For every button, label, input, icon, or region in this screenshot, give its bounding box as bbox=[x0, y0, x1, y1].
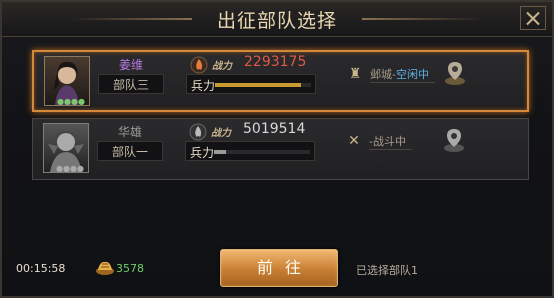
troop-card-1[interactable]: ●●●● 姜维 部队三 战力 2293175 兵力 ♜ 邺城-空闲中 bbox=[32, 50, 529, 112]
go-button[interactable]: 前往 bbox=[220, 249, 338, 287]
troop-name: 部队一 bbox=[97, 141, 163, 161]
soldiers-label: 兵力 bbox=[191, 79, 216, 93]
soldiers-bar bbox=[214, 150, 310, 154]
power-label: 战力 bbox=[211, 128, 231, 139]
soldiers-bar-fill bbox=[214, 150, 226, 154]
location-pin-icon[interactable] bbox=[444, 60, 466, 86]
status-location: 邺城- bbox=[370, 68, 396, 81]
troop-card-2[interactable]: ●●●● 华雄 部队一 战力 5019514 兵力 ✕ -战斗中 bbox=[32, 118, 529, 180]
soldiers-box: 兵力 bbox=[186, 74, 316, 94]
soldiers-label: 兵力 bbox=[190, 146, 215, 160]
soldiers-bar-fill bbox=[215, 83, 302, 87]
status-text: -战斗中 bbox=[369, 133, 412, 150]
power-value: 2293175 bbox=[244, 54, 307, 70]
hero-avatar: ●●●● bbox=[43, 123, 89, 173]
power-value: 5019514 bbox=[243, 121, 306, 137]
power-label: 战力 bbox=[212, 61, 232, 72]
flame-icon bbox=[190, 56, 208, 74]
troop-select-window: 出征部队选择 ●●●● 姜维 部队三 战力 2293175 兵力 ♜ 邺城-空闲… bbox=[0, 0, 554, 298]
march-timer: 00:15:58 bbox=[16, 262, 66, 275]
hero-stars: ●●●● bbox=[56, 164, 84, 173]
hero-stars: ●●●● bbox=[57, 97, 85, 106]
hero-avatar: ●●●● bbox=[44, 56, 90, 106]
status-location: -战斗中 bbox=[369, 135, 406, 148]
status-highlight: 空闲中 bbox=[395, 68, 429, 81]
selected-troop-text: 已选择部队1 bbox=[356, 264, 418, 277]
soldiers-bar bbox=[215, 83, 311, 87]
soldiers-box: 兵力 bbox=[185, 141, 315, 161]
banner-icon: ♜ bbox=[348, 66, 362, 82]
hero-name: 华雄 bbox=[117, 125, 142, 139]
troop-name: 部队三 bbox=[98, 74, 164, 94]
close-icon[interactable] bbox=[520, 6, 546, 30]
title-ornament-right bbox=[362, 18, 482, 20]
footer-bar: 00:15:58 3578 前往 已选择部队1 bbox=[2, 240, 552, 298]
hero-name: 姜维 bbox=[118, 58, 143, 72]
title-bar: 出征部队选择 bbox=[2, 2, 552, 37]
location-pin-icon[interactable] bbox=[443, 127, 465, 153]
food-amount: 3578 bbox=[116, 262, 144, 275]
flame-icon bbox=[189, 123, 207, 141]
crossed-swords-icon: ✕ bbox=[348, 133, 360, 149]
status-text: 邺城-空闲中 bbox=[370, 66, 435, 83]
food-icon bbox=[96, 261, 114, 275]
